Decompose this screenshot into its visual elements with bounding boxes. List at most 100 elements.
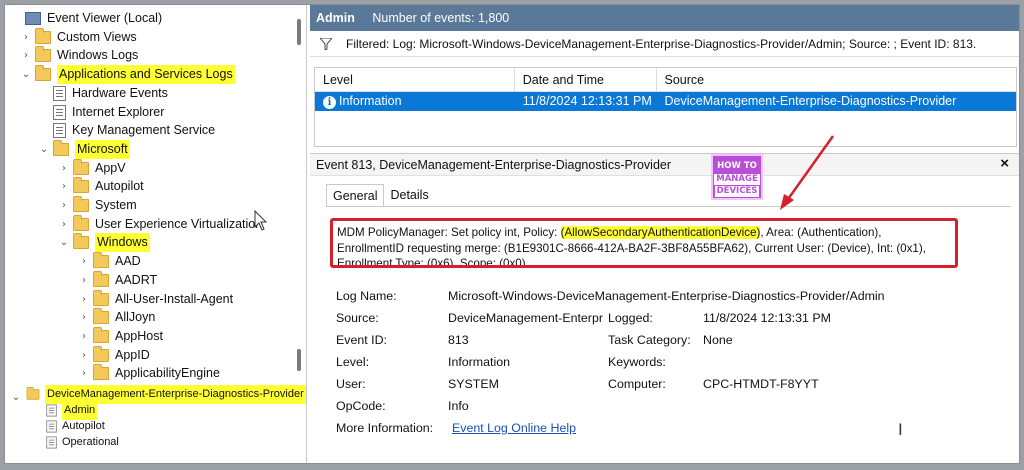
mouse-pointer-icon — [254, 210, 268, 231]
chevron-down-icon[interactable]: ⌄ — [59, 233, 69, 252]
tree-item[interactable]: › AppV — [59, 158, 126, 178]
folder-icon — [93, 326, 109, 343]
chevron-right-icon[interactable]: › — [79, 364, 89, 383]
tree-item[interactable]: › Autopilot — [59, 177, 144, 196]
folder-icon — [93, 252, 109, 269]
column-date-time[interactable]: Date and Time — [515, 68, 657, 91]
logo-line-2: MANAGE — [714, 174, 760, 185]
folder-icon — [93, 289, 109, 306]
tab-general[interactable]: General — [326, 184, 385, 206]
event-viewer-window: Event Viewer (Local) › Custom Views › Window… — [4, 4, 1020, 464]
callout-arrow-icon — [780, 135, 835, 210]
chevron-down-icon[interactable]: ⌄ — [21, 65, 31, 84]
tree-item[interactable]: › AAD — [79, 252, 141, 271]
tree-item[interactable]: ⌄ Microsoft — [39, 139, 130, 159]
logo-line-3: DEVICES — [714, 186, 760, 197]
console-tree[interactable]: Event Viewer (Local) › Custom Views › Window… — [5, 5, 307, 463]
tree-item[interactable]: ⌄ Applications and Services Logs — [21, 65, 235, 85]
folder-icon — [35, 46, 51, 63]
tree-item-label: AppID — [115, 347, 150, 362]
events-grid: Level Date and Time Source i Information … — [314, 67, 1017, 147]
tree-scrollbar-thumb[interactable] — [297, 19, 301, 45]
chevron-right-icon[interactable]: › — [79, 308, 89, 327]
tree-item[interactable]: › ApplicabilityEngine — [79, 364, 220, 383]
chevron-down-icon[interactable]: ⌄ — [39, 140, 49, 159]
cell-level-text: Information — [339, 94, 402, 108]
folder-icon — [35, 65, 51, 82]
log-icon — [53, 123, 66, 139]
chevron-right-icon[interactable]: › — [59, 215, 69, 234]
chevron-right-icon[interactable]: › — [59, 159, 69, 178]
tree-item[interactable]: Hardware Events — [39, 84, 168, 103]
prop-logged-value: 11/8/2024 12:13:31 PM — [703, 311, 831, 325]
chevron-right-icon[interactable]: › — [59, 196, 69, 215]
chevron-right-icon[interactable]: › — [59, 177, 69, 196]
tree-item-label: AllJoyn — [115, 310, 156, 325]
tree-item-label: Windows Logs — [57, 48, 139, 63]
tree-item[interactable]: Internet Explorer — [39, 103, 164, 122]
tree-item[interactable]: ⌄ Windows — [59, 233, 150, 253]
tree-item[interactable]: › AADRT — [79, 270, 157, 290]
folder-icon — [73, 196, 89, 212]
column-level[interactable]: Level — [315, 68, 515, 91]
chevron-right-icon[interactable]: › — [79, 290, 89, 309]
tree-item[interactable]: › AppHost — [79, 326, 163, 346]
cell-source: DeviceManagement-Enterprise-Diagnostics-… — [664, 94, 957, 108]
event-count: Number of events: 1,800 — [372, 11, 510, 25]
table-row[interactable]: i Information 11/8/2024 12:13:31 PM Devic… — [315, 92, 1016, 111]
tree-item-label: Applications and Services Logs — [57, 65, 235, 85]
prop-user-label: User: — [336, 377, 366, 391]
chevron-right-icon[interactable]: › — [79, 252, 89, 271]
tree-item[interactable]: Event Viewer (Local) — [11, 9, 162, 28]
tree-item-label: Microsoft — [75, 139, 130, 159]
column-source[interactable]: Source — [657, 68, 1016, 91]
close-icon[interactable]: × — [1000, 155, 1009, 172]
tree-item[interactable]: › AllJoyn — [79, 308, 155, 327]
chevron-right-icon[interactable]: › — [79, 271, 89, 290]
chevron-down-icon[interactable]: ⌄ — [11, 388, 21, 403]
tab-divider — [326, 206, 1011, 207]
chevron-right-icon[interactable]: › — [21, 28, 31, 47]
tree-item[interactable]: › Windows Logs — [21, 46, 138, 65]
tree-item-label: AppHost — [115, 328, 163, 343]
tree-item-label: Windows — [95, 233, 150, 253]
tab-details[interactable]: Details — [384, 184, 434, 206]
tree-item[interactable]: › Custom Views — [21, 27, 137, 47]
chevron-right-icon[interactable]: › — [79, 327, 89, 346]
tree-item[interactable]: Key Management Service — [39, 121, 215, 140]
prop-more-info-label: More Information: — [336, 421, 434, 435]
prop-opcode-label: OpCode: — [336, 399, 386, 413]
detail-tabs: General Details — [326, 184, 435, 206]
prop-source-value: DeviceManagement-Enterpr — [448, 311, 603, 325]
prop-task-category-value: None — [703, 333, 733, 347]
chevron-right-icon[interactable]: › — [21, 46, 31, 65]
folder-icon — [53, 139, 69, 156]
chevron-right-icon[interactable]: › — [79, 346, 89, 365]
tree-item[interactable]: › AppID — [79, 345, 150, 365]
tree-item[interactable]: › User Experience Virtualization — [59, 214, 263, 234]
tree-item-label: Internet Explorer — [72, 104, 165, 119]
event-detail-title: Event 813, DeviceManagement-Enterprise-D… — [310, 154, 1019, 176]
tree-item-label: Autopilot — [95, 179, 144, 194]
tree-scrollbar-thumb-lower[interactable] — [297, 349, 301, 371]
event-viewer-icon — [25, 12, 41, 25]
message-text-start: MDM PolicyManager: Set policy int, Polic… — [337, 226, 561, 239]
log-icon — [53, 85, 66, 101]
event-message: MDM PolicyManager: Set policy int, Polic… — [330, 218, 958, 268]
tree-item-label: Custom Views — [57, 29, 137, 44]
log-header: Admin Number of events: 1,800 — [310, 5, 1019, 31]
tree-item[interactable]: › System — [59, 196, 137, 215]
tree-item[interactable]: › All-User-Install-Agent — [79, 289, 233, 309]
folder-icon — [26, 386, 40, 400]
grid-header: Level Date and Time Source — [315, 68, 1016, 92]
prop-user-value: SYSTEM — [448, 377, 499, 391]
main-pane: Admin Number of events: 1,800 Filtered: … — [310, 5, 1019, 463]
event-log-online-help-link[interactable]: Event Log Online Help — [452, 418, 576, 438]
tree-item[interactable]: Operational — [31, 433, 119, 452]
folder-icon — [73, 177, 89, 194]
log-icon — [46, 436, 57, 449]
filter-bar: Filtered: Log: Microsoft-Windows-DeviceM… — [310, 31, 1019, 57]
tree-item-label: User Experience Virtualization — [95, 216, 263, 231]
prop-source-label: Source: — [336, 311, 379, 325]
